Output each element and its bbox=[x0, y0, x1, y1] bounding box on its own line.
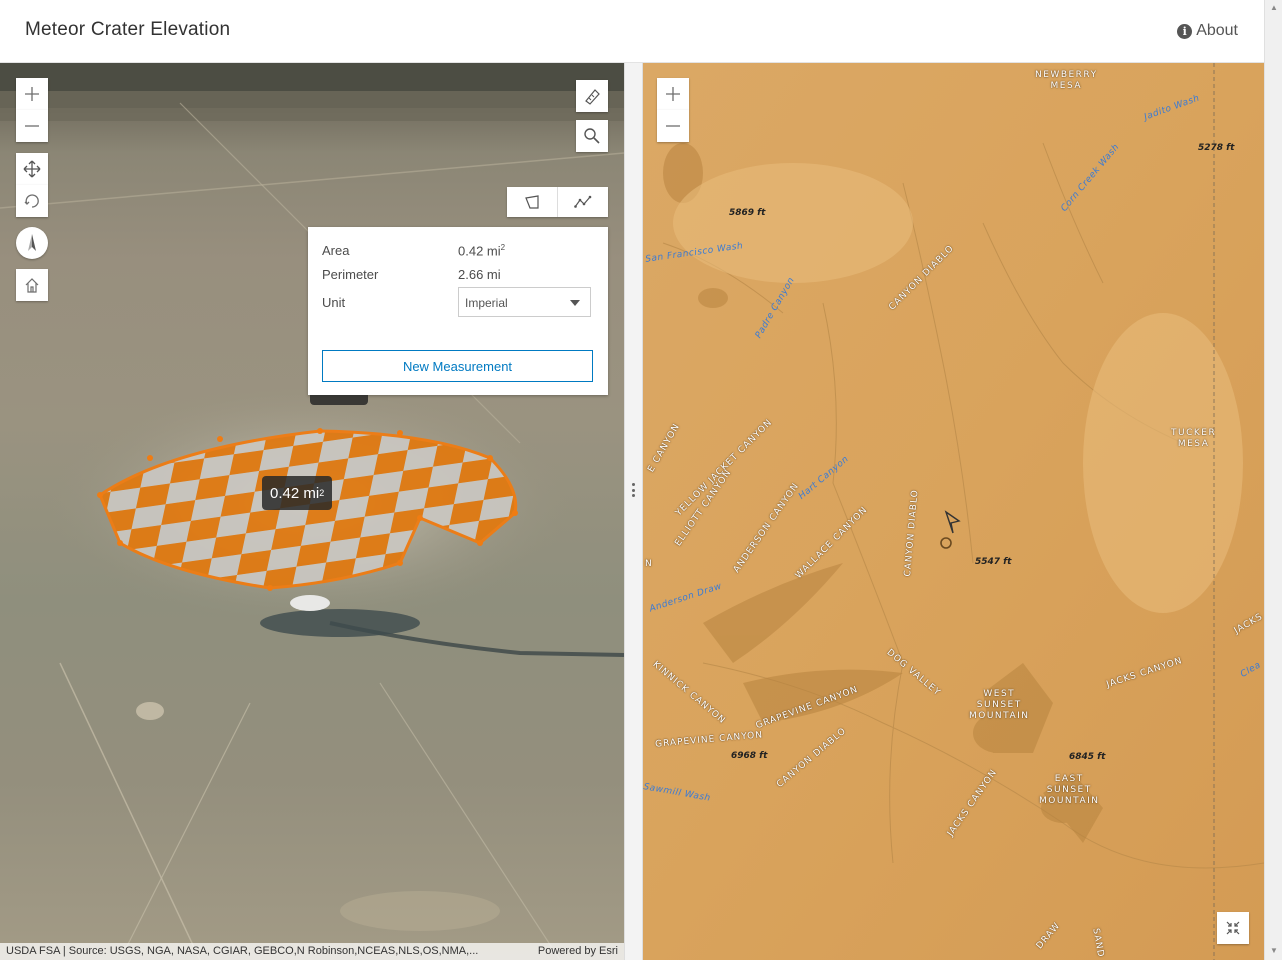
attribution-bar[interactable]: USDA FSA | Source: USGS, NGA, NASA, CGIA… bbox=[0, 943, 624, 960]
search-icon bbox=[584, 128, 600, 144]
compass-button[interactable] bbox=[16, 227, 48, 259]
measurement-label-stub bbox=[310, 395, 368, 405]
area-value: 0.42 mi2 bbox=[458, 243, 506, 259]
area-icon bbox=[525, 195, 539, 209]
map-label-elev-6845: 6845 ft bbox=[1069, 752, 1106, 762]
about-label: About bbox=[1196, 22, 1238, 39]
distance-measure-tab[interactable] bbox=[557, 187, 608, 217]
chevron-down-icon bbox=[570, 300, 580, 306]
page-title: Meteor Crater Elevation bbox=[25, 19, 231, 40]
map-view-2d[interactable]: NEWBERRY MESA Jadito Wash 5278 ft Corn C… bbox=[643, 63, 1264, 960]
collapse-button[interactable] bbox=[1217, 912, 1249, 944]
splitter-handle[interactable] bbox=[632, 483, 635, 497]
map-label-elev-5869: 5869 ft bbox=[729, 208, 766, 218]
map-zoom-in-button[interactable] bbox=[657, 78, 689, 110]
measure-tool-button[interactable] bbox=[576, 80, 608, 112]
scroll-up-arrow-icon[interactable]: ▲ bbox=[1270, 3, 1278, 12]
powered-by-esri[interactable]: Powered by Esri bbox=[538, 943, 618, 960]
map-label-elev-6968: 6968 ft bbox=[731, 751, 768, 761]
minus-icon bbox=[666, 125, 680, 127]
app-header: Meteor Crater Elevation i About bbox=[0, 0, 1282, 63]
zoom-in-button[interactable] bbox=[16, 78, 48, 110]
new-measurement-button[interactable]: New Measurement bbox=[322, 350, 593, 382]
map-zoom-out-button[interactable] bbox=[657, 110, 689, 142]
collapse-icon bbox=[1226, 921, 1240, 935]
area-measure-tab[interactable] bbox=[507, 187, 557, 217]
home-button[interactable] bbox=[16, 269, 48, 301]
search-button[interactable] bbox=[576, 120, 608, 152]
map-label-tucker-mesa: TUCKER MESA bbox=[1171, 428, 1217, 449]
area-measurement-panel: Area 0.42 mi2 Perimeter 2.66 mi Unit Imp… bbox=[308, 227, 608, 395]
page-scrollbar[interactable]: ▲ ▼ bbox=[1264, 0, 1282, 960]
measurement-type-tabs bbox=[507, 187, 608, 217]
scroll-down-arrow-icon[interactable]: ▼ bbox=[1270, 946, 1278, 955]
area-tooltip: 0.42 mi 2 bbox=[262, 476, 333, 510]
unit-select-value: Imperial bbox=[465, 296, 508, 310]
about-button[interactable]: i About bbox=[1177, 22, 1238, 40]
area-label: Area bbox=[322, 243, 350, 258]
attribution-sources: USDA FSA | Source: USGS, NGA, NASA, CGIA… bbox=[6, 945, 479, 957]
ruler-icon bbox=[585, 89, 600, 105]
info-icon: i bbox=[1177, 23, 1193, 39]
map-label-elev-5278: 5278 ft bbox=[1198, 143, 1235, 153]
unit-label: Unit bbox=[322, 295, 346, 310]
compass-icon bbox=[28, 234, 36, 251]
plus-icon bbox=[666, 87, 680, 101]
map-label-newberry-mesa: NEWBERRY MESA bbox=[1035, 70, 1098, 91]
map-label-n-edge: N bbox=[645, 559, 653, 569]
minus-icon bbox=[25, 125, 39, 127]
perimeter-value: 2.66 mi bbox=[458, 267, 501, 282]
home-icon bbox=[25, 278, 39, 293]
perimeter-label: Perimeter bbox=[322, 267, 379, 282]
zoom-out-button[interactable] bbox=[16, 110, 48, 142]
plus-icon bbox=[25, 87, 39, 101]
pan-mode-button[interactable] bbox=[16, 153, 48, 185]
distance-icon bbox=[574, 195, 592, 208]
view-splitter[interactable] bbox=[624, 63, 643, 960]
rotate-icon bbox=[24, 194, 39, 208]
move-icon bbox=[23, 160, 41, 178]
rotate-mode-button[interactable] bbox=[16, 185, 48, 217]
unit-select[interactable]: Imperial bbox=[458, 287, 591, 317]
map-label-east-sunset-mountain: EAST SUNSET MOUNTAIN bbox=[1039, 774, 1100, 806]
map-label-west-sunset-mountain: WEST SUNSET MOUNTAIN bbox=[969, 689, 1030, 721]
map-label-elev-5547: 5547 ft bbox=[975, 557, 1012, 567]
